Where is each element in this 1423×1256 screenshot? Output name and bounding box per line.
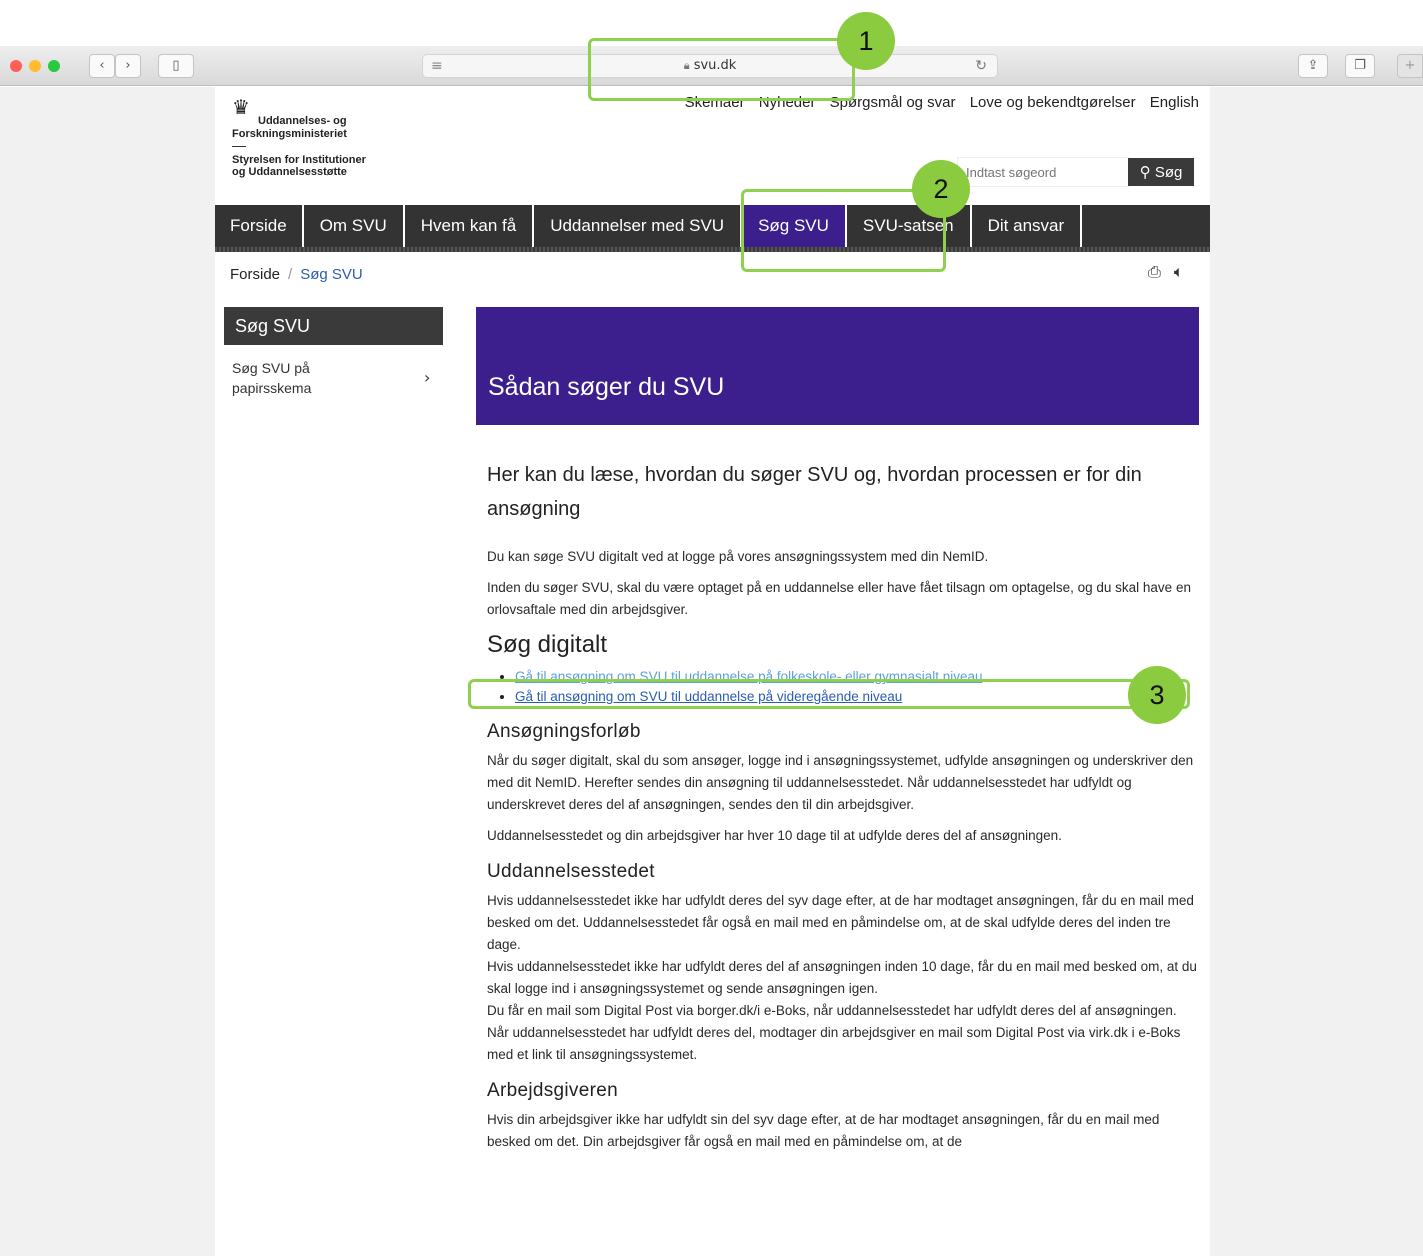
breadcrumb-home[interactable]: Forside [230, 266, 280, 283]
zoom-window-button[interactable] [48, 60, 60, 72]
logo-line-3: Styrelsen for Institutioner [232, 154, 366, 166]
employer-paragraph-1: Hvis din arbejdsgiver ikke har udfyldt s… [487, 1112, 1160, 1149]
employer-heading: Arbejdsgiveren [487, 1080, 618, 1101]
school-paragraph-4: Når uddannelsesstedet har udfyldt deres … [487, 1025, 1181, 1062]
search-icon: ⚲ [1139, 164, 1151, 181]
sidebar-item-paper-form[interactable]: Søg SVU på papirsskema [232, 358, 382, 398]
nav-hvem-kan-faa[interactable]: Hvem kan få [405, 205, 535, 247]
school-paragraph-1: Hvis uddannelsesstedet ikke har udfyldt … [487, 893, 1194, 952]
nav-stripe [215, 247, 1210, 252]
top-link-laws[interactable]: Love og bekendtgørelser [970, 94, 1136, 111]
print-icon[interactable]: ⎙ [1148, 262, 1161, 281]
logo-agency: Styrelsen for Institutioner og Uddannels… [232, 154, 366, 178]
nav-forside[interactable]: Forside [215, 205, 304, 247]
chevron-right-icon[interactable]: › [424, 368, 430, 387]
page: ‹ › ▯ ≡ 🔒︎ svu.dk ↻ ⇪ ❐ + Skemaer Nyhede… [0, 0, 1423, 1256]
annotation-marker-1: 1 [837, 12, 895, 70]
intro-paragraph-1: Du kan søge SVU digitalt ved at logge på… [487, 549, 989, 564]
logo-line-2: Forskningsministeriet [232, 128, 347, 140]
speaker-icon[interactable]: 🔈︎ [1174, 262, 1184, 281]
breadcrumb-current: Søg SVU [300, 266, 363, 283]
ministry-logo[interactable]: ♛ Uddannelses- og Forskningsministeriet … [232, 97, 366, 178]
breadcrumb: Forside / Søg SVU [230, 266, 363, 283]
sidebar-heading: Søg SVU [224, 307, 443, 345]
crown-icon: ♛ [232, 97, 250, 119]
right-gutter [1210, 87, 1423, 1256]
close-window-button[interactable] [10, 60, 22, 72]
left-gutter [0, 87, 215, 1256]
logo-line-1: Uddannelses- og [258, 115, 347, 127]
hero-banner: Sådan søger du SVU [476, 307, 1199, 425]
reload-icon[interactable]: ↻ [975, 55, 987, 77]
logo-divider [232, 146, 246, 147]
school-paragraph-3: Du får en mail som Digital Post via borg… [487, 1003, 1177, 1018]
top-link-english[interactable]: English [1150, 94, 1199, 111]
share-icon[interactable]: ⇪ [1298, 54, 1328, 78]
new-tab-button[interactable]: + [1397, 54, 1423, 78]
breadcrumb-separator: / [288, 266, 293, 283]
main-nav: Forside Om SVU Hvem kan få Uddannelser m… [215, 205, 1210, 252]
back-icon[interactable]: ‹ [89, 54, 115, 78]
annotation-marker-3: 3 [1128, 666, 1186, 724]
digital-heading: Søg digitalt [487, 631, 608, 658]
annotation-marker-2: 2 [912, 160, 970, 218]
lead-text: Her kan du læse, hvordan du søger SVU og… [487, 464, 1142, 520]
page-title: Sådan søger du SVU [488, 373, 725, 401]
nav-dit-ansvar[interactable]: Dit ansvar [972, 205, 1083, 247]
reader-icon[interactable]: ≡ [431, 55, 443, 77]
forward-icon[interactable]: › [115, 54, 141, 78]
process-heading: Ansøgningsforløb [487, 721, 641, 742]
minimize-window-button[interactable] [29, 60, 41, 72]
school-heading: Uddannelsesstedet [487, 861, 655, 882]
annotation-box-3 [468, 679, 1190, 709]
tabs-icon[interactable]: ❐ [1345, 54, 1375, 78]
sidebar-icon[interactable]: ▯ [158, 54, 194, 78]
search-input[interactable] [957, 157, 1129, 187]
page-tools: ⎙ 🔈︎ [1148, 262, 1184, 282]
search-button[interactable]: ⚲ Søg [1128, 158, 1194, 186]
process-paragraph-1: Når du søger digitalt, skal du som ansøg… [487, 753, 1194, 812]
school-paragraph-2: Hvis uddannelsesstedet ikke har udfyldt … [487, 959, 1197, 996]
intro-paragraph-2: Inden du søger SVU, skal du være optaget… [487, 580, 1191, 617]
process-paragraph-2: Uddannelsesstedet og din arbejdsgiver ha… [487, 828, 1062, 843]
annotation-box-1 [588, 38, 855, 101]
search-button-label: Søg [1154, 164, 1183, 181]
nav-om-svu[interactable]: Om SVU [304, 205, 405, 247]
nav-uddannelser[interactable]: Uddannelser med SVU [534, 205, 743, 247]
logo-line-4: og Uddannelsesstøtte [232, 166, 347, 178]
main-content: Her kan du læse, hvordan du søger SVU og… [487, 458, 1199, 1162]
